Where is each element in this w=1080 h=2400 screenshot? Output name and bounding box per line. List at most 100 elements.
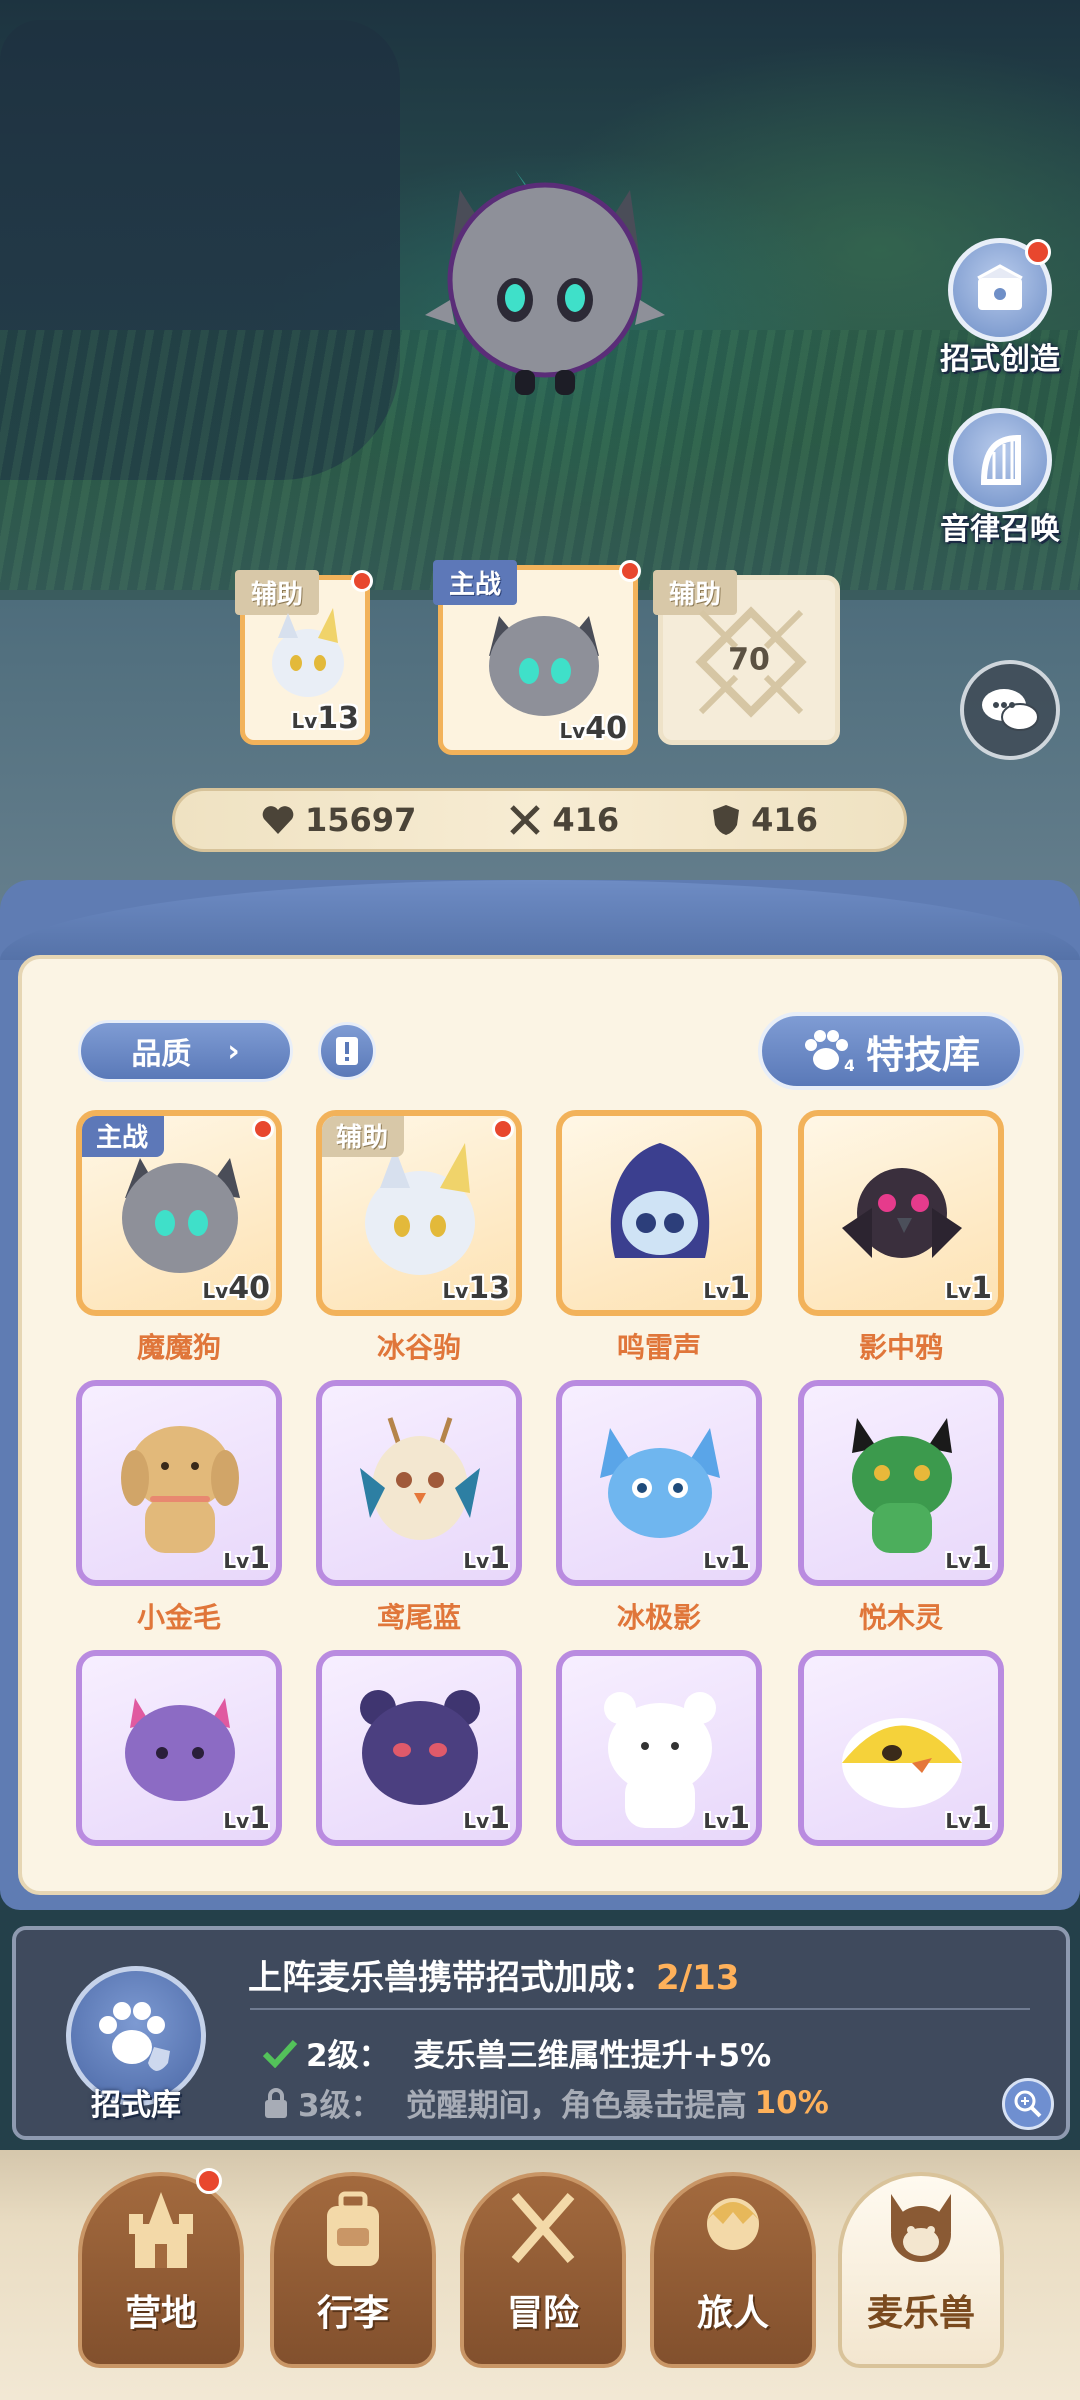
bonus-level: 2级： bbox=[306, 2038, 390, 2074]
melody-summon-button[interactable]: 音律召唤 bbox=[930, 408, 1070, 548]
crossed-swords-icon bbox=[511, 2193, 575, 2263]
magnifier-plus-icon bbox=[1014, 2090, 1042, 2118]
quality-filter-label: 品质 bbox=[131, 1037, 192, 1072]
pet-portrait bbox=[600, 1428, 720, 1538]
divider bbox=[250, 2008, 1030, 2010]
level-badge: Lv1 bbox=[945, 1801, 992, 1836]
skill-create-button[interactable]: 招式创造 bbox=[930, 238, 1070, 378]
notification-dot bbox=[619, 560, 641, 582]
skill-library-button[interactable]: 4 特技库 bbox=[758, 1012, 1024, 1090]
level-value: 1 bbox=[971, 1801, 992, 1836]
pet-card-bingjiying[interactable]: Lv1 bbox=[556, 1380, 762, 1586]
pet-name: 小金毛 bbox=[136, 1601, 221, 1634]
pet-card[interactable]: Lv1 bbox=[556, 1650, 762, 1846]
bonus-row-level2: 2级： 麦乐兽三维属性提升+5% bbox=[262, 2030, 771, 2075]
level-value: 1 bbox=[971, 1271, 992, 1306]
pet-portrait bbox=[121, 1426, 239, 1553]
skill-library-badge-label: 招式库 bbox=[91, 2088, 181, 2123]
level-value: 1 bbox=[249, 1801, 270, 1836]
checkmark-icon bbox=[262, 2039, 298, 2068]
beast-face-icon bbox=[891, 2194, 951, 2262]
notification-dot bbox=[252, 1118, 274, 1140]
pet-card[interactable]: Lv1 bbox=[76, 1650, 282, 1846]
paw-icon: 4 bbox=[804, 1030, 854, 1075]
level-badge: Lv40 bbox=[202, 1271, 270, 1306]
team-slot-assist-2-locked[interactable]: 辅助 70 bbox=[653, 570, 840, 745]
stats-bar: 15697 416 416 bbox=[172, 788, 907, 852]
level-badge: Lv1 bbox=[703, 1271, 750, 1306]
zoom-button[interactable] bbox=[1002, 2078, 1054, 2130]
level-value: 1 bbox=[489, 1541, 510, 1576]
level-badge: Lv1 bbox=[703, 1541, 750, 1576]
lock-icon bbox=[265, 2087, 287, 2118]
harp-icon bbox=[948, 408, 1052, 512]
nav-label: 麦乐兽 bbox=[866, 2293, 975, 2334]
level-badge: Lv13 bbox=[291, 701, 359, 736]
nav-melebeast[interactable]: 麦乐兽 bbox=[838, 2172, 1004, 2372]
stat-attack: 416 bbox=[508, 801, 619, 839]
level-value: 40 bbox=[585, 711, 627, 746]
pet-portrait bbox=[272, 608, 344, 697]
pet-name: 悦木灵 bbox=[858, 1601, 943, 1634]
level-badge: Lv1 bbox=[945, 1271, 992, 1306]
pet-card-yuemuling[interactable]: Lv1 bbox=[798, 1380, 1004, 1586]
pet-card-binggu[interactable]: 辅助 Lv13 bbox=[316, 1110, 522, 1316]
chevron-right-icon: › bbox=[227, 1033, 240, 1069]
bonus-row-level3: 3级： 觉醒期间，角色暴击提高 10% bbox=[262, 2080, 829, 2125]
pet-card-xiaojinmao[interactable]: Lv1 bbox=[76, 1380, 282, 1586]
pet-card[interactable]: Lv1 bbox=[316, 1650, 522, 1846]
attack-value: 416 bbox=[552, 801, 620, 839]
pet-portrait bbox=[489, 616, 599, 716]
skill-create-icon bbox=[948, 238, 1052, 342]
chat-button[interactable] bbox=[960, 660, 1060, 760]
traveler-avatar-icon bbox=[707, 2198, 759, 2250]
pet-card[interactable]: Lv1 bbox=[798, 1650, 1004, 1846]
pet-name: 鸣雷声 bbox=[616, 1331, 701, 1364]
nav-traveler[interactable]: 旅人 bbox=[650, 2172, 816, 2372]
level-badge: Lv1 bbox=[223, 1801, 270, 1836]
pet-portrait bbox=[122, 1158, 240, 1273]
bonus-progress: 2/13 bbox=[656, 1958, 740, 1998]
pet-card-mingleisheng[interactable]: Lv1 bbox=[556, 1110, 762, 1316]
stat-hp: 15697 bbox=[261, 801, 416, 839]
nav-label: 冒险 bbox=[506, 2293, 579, 2334]
notification-dot bbox=[196, 2168, 222, 2194]
info-button[interactable] bbox=[318, 1022, 376, 1080]
level-badge: Lv13 bbox=[442, 1271, 510, 1306]
nav-camp[interactable]: 营地 bbox=[78, 2168, 244, 2372]
team-slot-main[interactable]: 主战 Lv40 bbox=[433, 560, 641, 755]
level-value: 1 bbox=[971, 1541, 992, 1576]
active-pet-model[interactable] bbox=[420, 150, 670, 400]
level-badge: Lv40 bbox=[559, 711, 627, 746]
defense-value: 416 bbox=[751, 801, 818, 839]
pet-name: 冰极影 bbox=[616, 1601, 701, 1634]
backpack-icon bbox=[327, 2191, 379, 2266]
pet-card-momogou[interactable]: 主战 Lv40 bbox=[76, 1110, 282, 1316]
bonus-highlight: 10% bbox=[754, 2084, 829, 2121]
bonus-title-text: 上阵麦乐兽携带招式加成： bbox=[248, 1958, 656, 1998]
team-slot-assist-1[interactable]: 辅助 Lv13 bbox=[235, 570, 373, 745]
bonus-text: 麦乐兽三维属性提升+5% bbox=[413, 2038, 772, 2074]
pet-card-yingzhongya[interactable]: Lv1 bbox=[798, 1110, 1004, 1316]
bonus-level: 3级： bbox=[298, 2088, 382, 2124]
shield-icon bbox=[713, 805, 740, 835]
pet-role-tag: 主战 bbox=[82, 1116, 165, 1157]
pet-name: 影中鸦 bbox=[858, 1331, 943, 1364]
svg-text:4: 4 bbox=[844, 1056, 854, 1075]
quality-filter-button[interactable]: 品质 › bbox=[78, 1020, 293, 1082]
pet-portrait bbox=[610, 1143, 710, 1258]
nav-adventure[interactable]: 冒险 bbox=[460, 2172, 626, 2372]
level-value: 1 bbox=[729, 1541, 750, 1576]
pet-portrait bbox=[360, 1417, 480, 1540]
nav-label: 行李 bbox=[316, 2293, 389, 2334]
hp-value: 15697 bbox=[305, 801, 417, 839]
notification-dot bbox=[1025, 239, 1051, 265]
level-value: 1 bbox=[729, 1801, 750, 1836]
skill-library-label: 特技库 bbox=[865, 1032, 980, 1077]
crossed-swords-icon bbox=[510, 805, 541, 835]
pet-name: 鸢尾蓝 bbox=[376, 1601, 461, 1634]
nav-label: 旅人 bbox=[696, 2293, 769, 2334]
pet-card-yuanweilan[interactable]: Lv1 bbox=[316, 1380, 522, 1586]
level-value: 40 bbox=[228, 1271, 270, 1306]
nav-luggage[interactable]: 行李 bbox=[270, 2172, 436, 2372]
